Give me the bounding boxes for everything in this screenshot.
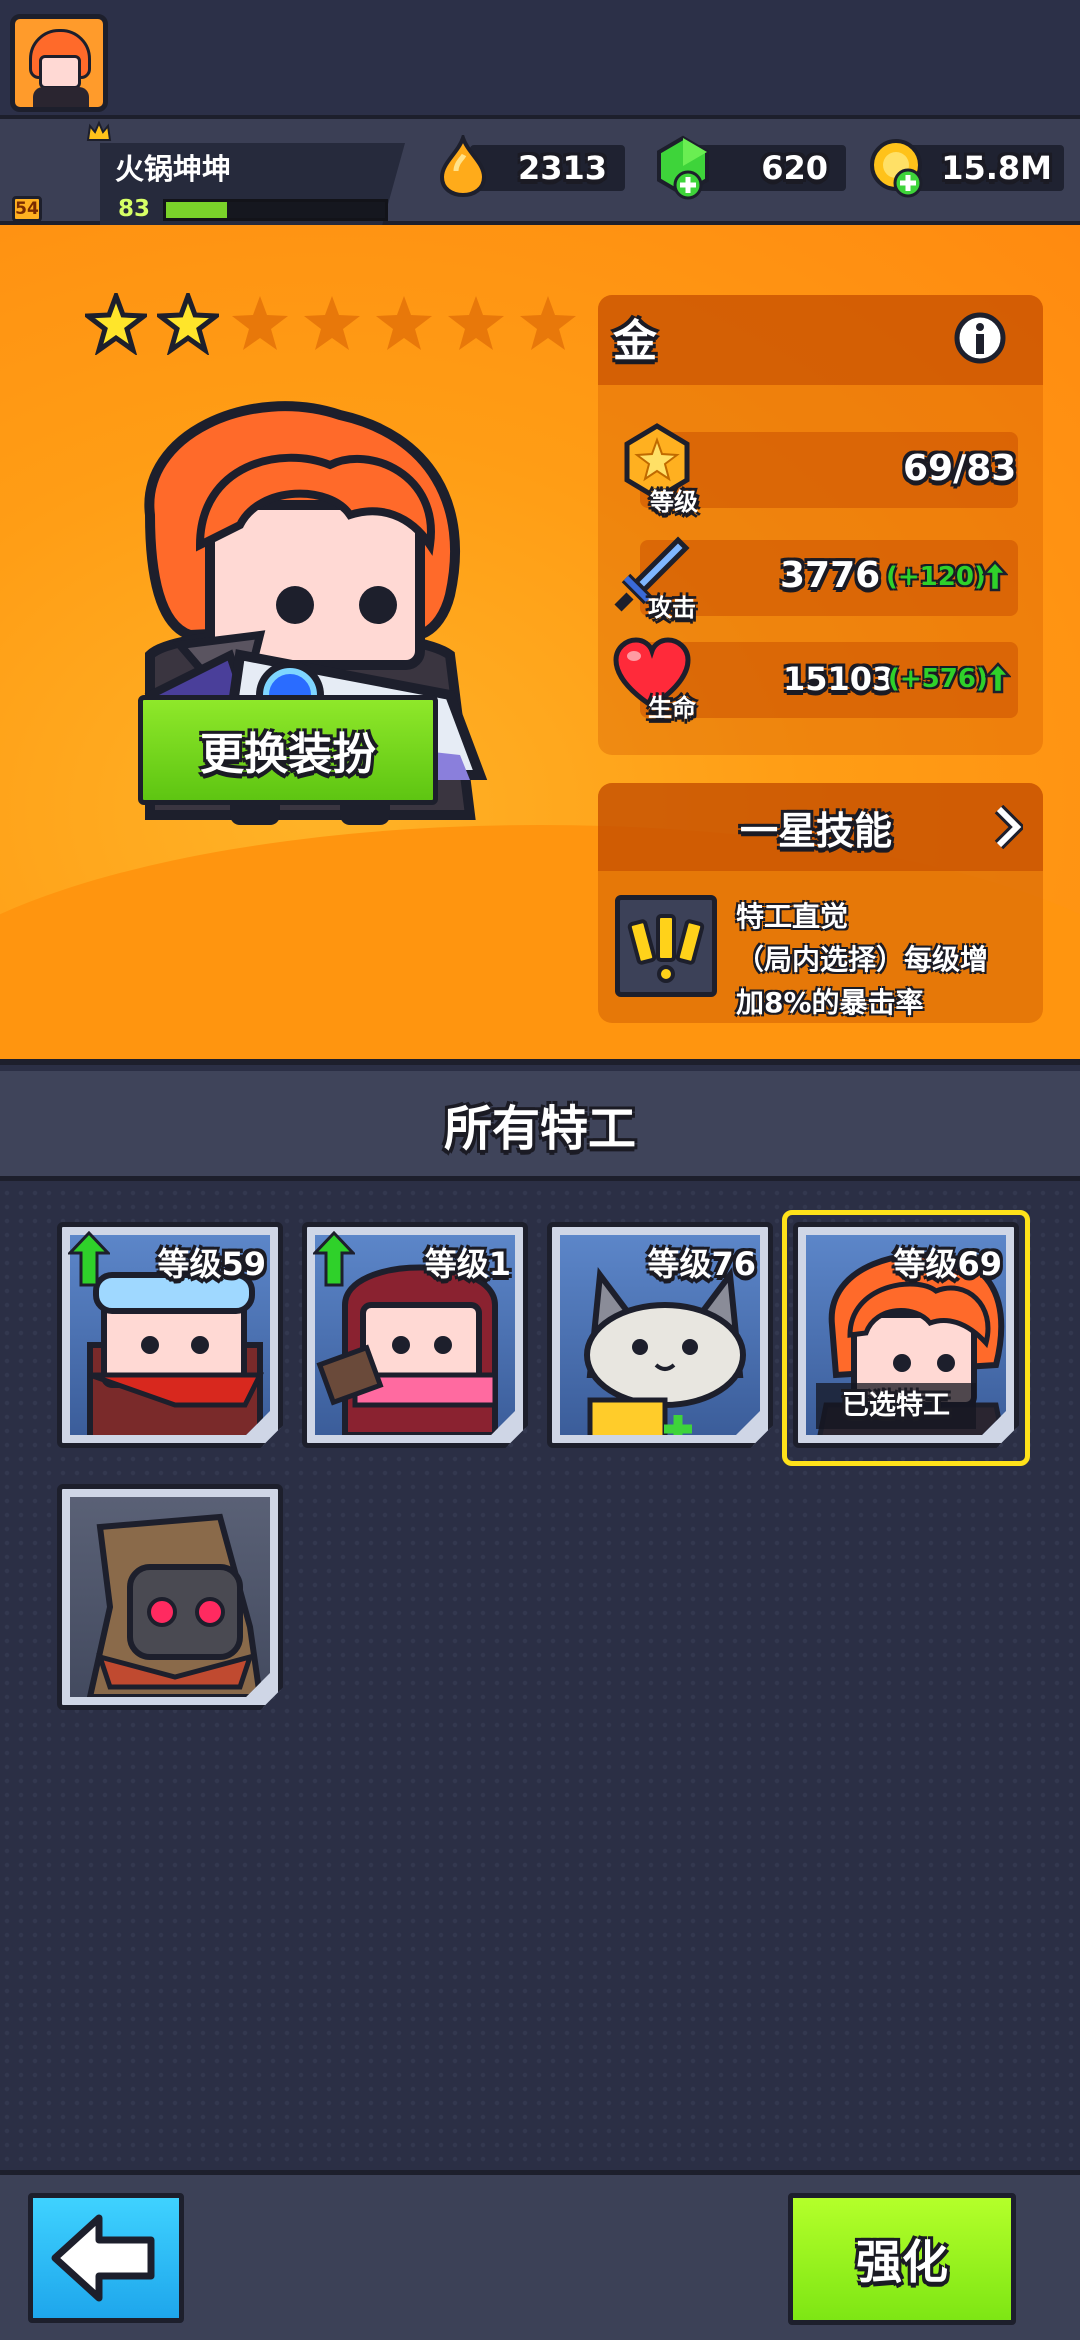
skill-description: 特工直觉 （局内选择）每级增 加8%的暴击率	[736, 895, 1026, 1024]
agent-card[interactable]: 等级1	[302, 1222, 528, 1448]
skill-desc-line-3: 加8%的暴击率	[736, 986, 924, 1019]
attack-up-arrow-icon	[982, 560, 1008, 592]
hp-bonus: (+576)	[888, 664, 988, 694]
flame-count: 2313	[517, 149, 607, 187]
star-empty-icon	[448, 296, 504, 350]
section-all-agents: 所有特工	[0, 1071, 1080, 1181]
agent-card-locked[interactable]	[57, 1484, 283, 1710]
change-outfit-button[interactable]: 更换装扮	[138, 695, 438, 805]
green-gem-icon[interactable]	[652, 135, 714, 201]
skill-icon	[615, 895, 717, 997]
gold-coin-icon[interactable]	[868, 137, 928, 199]
upgrade-label: 强化	[856, 2235, 948, 2289]
status-bar	[0, 0, 1080, 115]
section-title: 所有特工	[443, 1100, 636, 1157]
attack-bonus: (+120)	[886, 562, 986, 592]
agent-card[interactable]: 等级76	[547, 1222, 773, 1448]
skill-desc-line-2: （局内选择）每级增	[736, 943, 989, 976]
star-rating	[85, 293, 579, 355]
level-tag: 等级	[650, 488, 698, 516]
star-empty-icon	[520, 296, 576, 350]
star-filled-icon	[85, 293, 147, 355]
upgrade-arrow-icon	[68, 1231, 110, 1287]
coin-count: 15.8M	[941, 149, 1052, 187]
skill-name: 特工直觉	[736, 900, 849, 933]
back-button[interactable]	[28, 2193, 184, 2323]
agent-card-selected[interactable]: 等级69 已选特工	[793, 1222, 1019, 1448]
level-value: 69/83	[903, 448, 1017, 489]
star-filled-icon	[157, 293, 219, 355]
gem-count: 620	[761, 149, 828, 187]
hp-up-arrow-icon	[985, 662, 1011, 694]
flame-drop-icon	[439, 135, 487, 197]
upgrade-arrow-icon	[313, 1231, 355, 1287]
crown-icon	[86, 120, 112, 141]
arrow-left-icon	[51, 2214, 155, 2302]
chevron-right-icon[interactable]	[993, 805, 1023, 849]
agent-level: 等级1	[424, 1245, 511, 1283]
upgrade-button[interactable]: 强化	[788, 2193, 1016, 2325]
star-empty-icon	[304, 296, 360, 350]
xp-fill	[166, 202, 228, 218]
change-outfit-label: 更换装扮	[200, 729, 376, 780]
attack-tag: 攻击	[648, 594, 696, 622]
agent-card[interactable]: 等级59	[57, 1222, 283, 1448]
star-empty-icon	[376, 296, 432, 350]
agent-level: 等级69	[893, 1245, 1002, 1283]
alert-icon	[627, 914, 705, 983]
hp-tag: 生命	[648, 694, 696, 722]
star-empty-icon	[232, 296, 288, 350]
resource-flame: 2313	[470, 145, 625, 191]
info-icon[interactable]	[953, 311, 1007, 365]
avatar-badge: 54	[12, 196, 42, 222]
agent-level: 等级76	[647, 1245, 756, 1283]
player-name: 火锅坤坤	[115, 152, 232, 186]
xp-bar	[163, 199, 388, 221]
selected-agent-label: 已选特工	[816, 1383, 976, 1429]
agent-portrait-hooded	[86, 1513, 264, 1697]
player-level: 83	[118, 196, 151, 222]
player-avatar[interactable]	[10, 14, 108, 112]
attack-value: 3776	[780, 555, 881, 596]
agent-level: 等级59	[157, 1245, 266, 1283]
hp-value: 15103	[783, 660, 895, 698]
skill-title: 一星技能	[740, 809, 893, 853]
grade-label: 金	[613, 316, 657, 367]
